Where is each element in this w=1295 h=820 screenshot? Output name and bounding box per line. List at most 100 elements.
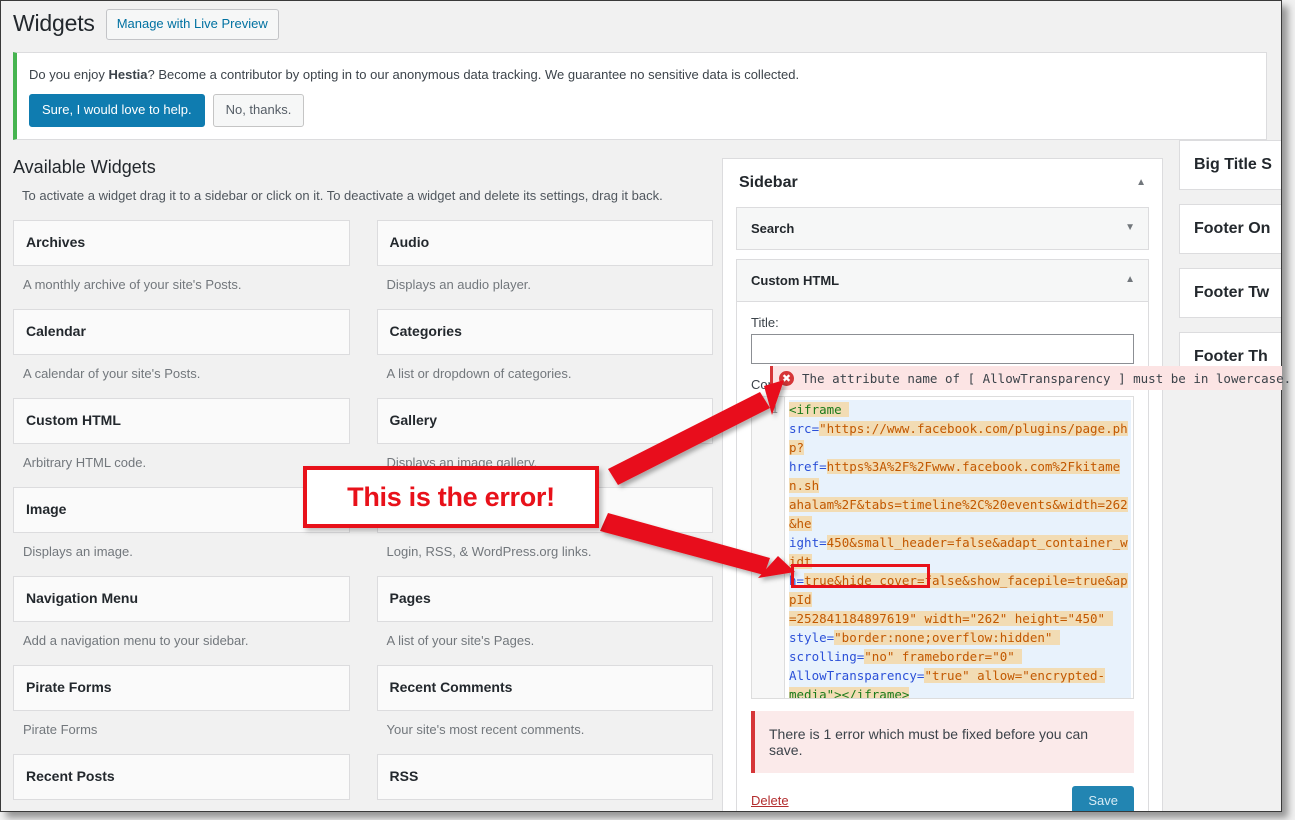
manage-with-live-preview-button[interactable]: Manage with Live Preview xyxy=(105,9,279,40)
available-widget-card[interactable]: Pages xyxy=(376,575,713,622)
sidebar-panel-body: Search ▼ Custom HTML ▲ Title: 1 <iframe … xyxy=(723,206,1162,811)
error-circle-icon: ✖ xyxy=(779,370,794,386)
code-fragment: AllowTransparency="true" allow="encrypte… xyxy=(789,667,1106,683)
notice-text-before: Do you enjoy xyxy=(29,66,109,82)
available-widget-name: Recent Comments xyxy=(389,678,513,695)
available-widget-card[interactable]: Pirate Forms xyxy=(13,664,350,711)
sidebar-panel-header[interactable]: Sidebar ▲ xyxy=(723,159,1162,207)
available-widget-card[interactable]: Calendar xyxy=(13,308,350,355)
available-widget-item: Image Displays an image. xyxy=(13,486,350,576)
sidebar-panel-title: Sidebar xyxy=(739,173,798,191)
chevron-up-icon[interactable]: ▲ xyxy=(1136,177,1146,188)
available-widget-description: A calendar of your site's Posts. xyxy=(23,365,201,381)
widget-area-box[interactable]: Footer Tw xyxy=(1179,267,1281,318)
code-fragment: ahalam%2F&tabs=timeline%2C%20events&widt… xyxy=(789,496,1128,531)
available-widget-description: Add a navigation menu to your sidebar. xyxy=(23,632,249,648)
widget-search-header[interactable]: Search ▼ xyxy=(737,208,1148,249)
sidebar-area-panel: Sidebar ▲ Search ▼ Custom HTML ▲ Title: … xyxy=(722,157,1163,811)
wordpress-widgets-page: Widgets Manage with Live Preview Do you … xyxy=(1,1,1281,811)
code-fragment: =252841184897619" width="262" height="45… xyxy=(789,610,1113,626)
available-widget-card[interactable]: Image xyxy=(13,486,350,533)
widget-search-title: Search xyxy=(751,220,795,236)
code-attribute-value: "https://www.facebook.com/plugins/page.p… xyxy=(789,420,1128,455)
available-widget-card[interactable]: Gallery xyxy=(376,397,713,444)
screenshot-root: Widgets Manage with Live Preview Do you … xyxy=(0,0,1295,820)
hestia-contributor-notice: Do you enjoy Hestia? Become a contributo… xyxy=(13,51,1267,140)
available-widget-card[interactable]: Navigation Menu xyxy=(13,575,350,622)
available-widget-description: Displays an audio player. xyxy=(386,276,532,292)
error-circle-icon: ✖ xyxy=(747,398,761,412)
available-widget-card[interactable]: Recent Posts xyxy=(13,753,350,800)
sidebar-panel-column: Sidebar ▲ Search ▼ Custom HTML ▲ Title: … xyxy=(713,140,1163,811)
available-widget-name: Pirate Forms xyxy=(26,678,112,695)
notice-text-after: ? Become a contributor by opting in to o… xyxy=(147,66,800,82)
annotation-callout-text: This is the error! xyxy=(347,481,555,512)
available-widget-item: Pages A list of your site's Pages. xyxy=(376,575,713,665)
available-widget-card[interactable]: Categories xyxy=(376,308,713,355)
code-fragment: src="https://www.facebook.com/plugins/pa… xyxy=(789,420,1128,455)
code-editor-content[interactable]: <iframe src="https://www.facebook.com/pl… xyxy=(785,396,1133,698)
notice-theme-name: Hestia xyxy=(108,66,148,82)
title-input[interactable] xyxy=(751,333,1134,364)
available-widget-description: Displays an image. xyxy=(23,543,133,559)
editor-gutter: 1 xyxy=(752,396,785,698)
annotation-highlight-rect xyxy=(791,564,930,588)
code-attribute-name: scrolling= xyxy=(789,648,865,664)
available-widget-description: Entries from any RSS or Atom feed. xyxy=(377,810,714,812)
available-widget-item: Pirate Forms Pirate Forms xyxy=(13,664,350,754)
available-widget-card[interactable]: Recent Comments xyxy=(376,664,713,711)
browser-frame: Widgets Manage with Live Preview Do you … xyxy=(0,0,1282,812)
widget-controls: Delete Save xyxy=(751,773,1134,811)
inline-error-text: The attribute name of [ AllowTransparenc… xyxy=(802,370,1292,386)
available-widget-description: Pirate Forms xyxy=(23,721,98,737)
available-widget-name: Archives xyxy=(26,234,86,250)
code-attribute-value: "true" allow="encrypted- xyxy=(924,667,1106,683)
available-widgets-description: To activate a widget drag it to a sideba… xyxy=(22,187,663,203)
available-widget-card[interactable]: RSS xyxy=(376,753,713,800)
code-fragment: style="border:none;overflow:hidden" xyxy=(789,629,1060,645)
available-widget-name: RSS xyxy=(389,767,419,784)
available-widget-item: Audio Displays an audio player. xyxy=(376,220,713,309)
available-widget-name: Audio xyxy=(389,234,430,250)
available-widget-item: Archives A monthly archive of your site's… xyxy=(13,220,350,309)
available-widget-card[interactable]: Custom HTML xyxy=(13,397,350,444)
available-widget-card[interactable]: Audio xyxy=(376,220,713,266)
code-fragment: <iframe xyxy=(789,401,850,417)
available-widget-name: Calendar xyxy=(26,322,86,339)
available-widget-description: A monthly archive of your site's Posts. xyxy=(23,276,242,292)
code-fragment: media"></iframe> xyxy=(789,686,910,698)
available-widget-item: Recent Comments Your site's most recent c… xyxy=(376,664,713,754)
available-widget-name: Image xyxy=(26,500,67,517)
available-widget-name: Gallery xyxy=(389,411,437,428)
code-attribute-value: "no" frameborder="0" xyxy=(864,648,1023,664)
code-attribute-name: href= xyxy=(789,458,827,474)
chevron-up-icon[interactable]: ▲ xyxy=(1125,275,1135,285)
delete-link[interactable]: Delete xyxy=(751,793,789,808)
available-widget-description: A list or dropdown of categories. xyxy=(386,365,572,381)
widget-area-box[interactable]: Footer On xyxy=(1179,203,1281,254)
available-widget-description: Login, RSS, & WordPress.org links. xyxy=(386,543,592,559)
code-line: <iframe src="https://www.facebook.com/pl… xyxy=(789,399,1131,698)
available-widget-item: Navigation Menu Add a navigation menu to … xyxy=(13,575,350,665)
code-attribute-name: AllowTransparency= xyxy=(789,667,925,683)
notice-accept-button[interactable]: Sure, I would love to help. xyxy=(29,94,205,127)
available-widget-name: Recent Posts xyxy=(26,767,115,784)
title-field-label: Title: xyxy=(751,314,779,330)
widget-search[interactable]: Search ▼ xyxy=(736,206,1149,250)
chevron-down-icon[interactable]: ▼ xyxy=(1125,223,1135,233)
code-attribute-name: ight= xyxy=(789,534,827,550)
widget-custom-html-header[interactable]: Custom HTML ▲ xyxy=(737,259,1148,302)
save-button[interactable]: Save xyxy=(1072,785,1134,811)
notice-decline-button[interactable]: No, thanks. xyxy=(212,94,305,127)
widget-custom-html: Custom HTML ▲ Title: Content: 1 xyxy=(736,258,1149,811)
code-fragment: scrolling="no" frameborder="0" xyxy=(789,648,1023,664)
notice-text: Do you enjoy Hestia? Become a contributo… xyxy=(29,65,1254,85)
available-widget-name: Pages xyxy=(389,589,431,606)
widget-area-box[interactable]: Big Title S xyxy=(1179,139,1281,190)
available-widget-card[interactable]: Archives xyxy=(13,220,350,266)
available-widget-name: Categories xyxy=(389,322,462,339)
code-attribute-value: "border:none;overflow:hidden" xyxy=(834,629,1060,645)
available-widget-name: Navigation Menu xyxy=(26,589,139,606)
error-summary: There is 1 error which must be fixed bef… xyxy=(751,710,1134,773)
code-editor[interactable]: 1 <iframe src="https://www.facebook.com/… xyxy=(751,395,1134,699)
